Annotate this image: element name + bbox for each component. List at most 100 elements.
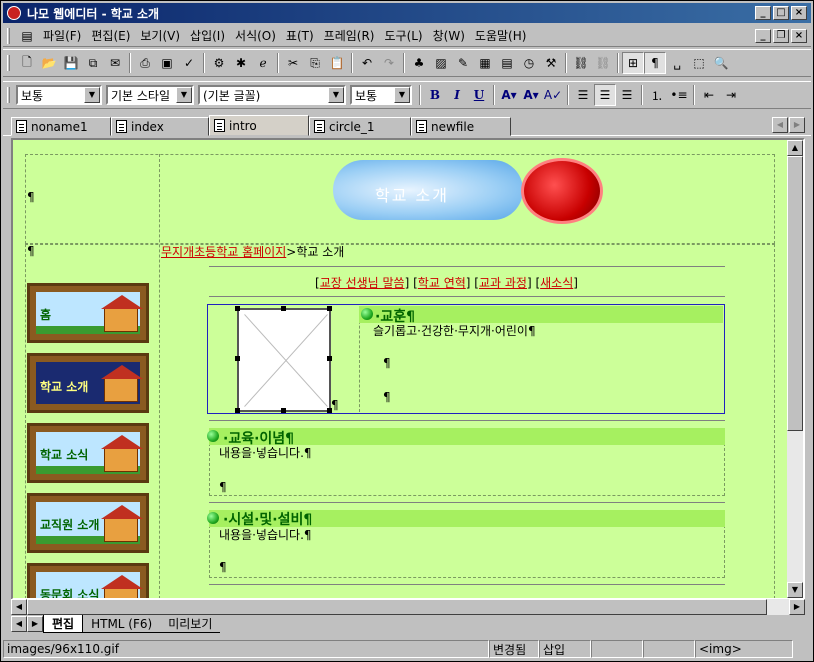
link-school-history[interactable]: 학교 연혁 (418, 276, 466, 290)
banner-cloud[interactable]: 학교 소개 (333, 160, 523, 220)
selected-image-placeholder[interactable] (237, 308, 331, 412)
app-icon[interactable] (7, 6, 21, 20)
tab-html-view[interactable]: HTML (F6) (83, 615, 161, 633)
print-icon[interactable]: ⎙ (134, 52, 156, 74)
editor-canvas[interactable]: ¶ ¶ 학교 소개 무지개초등학교 홈페이지>학교 소개 [교장 선생님 말씀]… (11, 138, 805, 600)
char-style-select[interactable]: 기본 스타일 ▼ (106, 85, 194, 105)
view-tab-left-icon[interactable]: ◀ (11, 616, 27, 632)
tab-scroll-right-icon[interactable]: ▶ (789, 117, 805, 133)
maximize-button[interactable]: □ (773, 6, 789, 20)
redo-icon[interactable]: ↷ (378, 52, 400, 74)
print-preview-icon[interactable]: ▣ (156, 52, 178, 74)
breadcrumb-home-link[interactable]: 무지개초등학교 홈페이지 (161, 245, 286, 259)
align-right-icon[interactable]: ☰ (616, 84, 638, 106)
paragraph-style-select[interactable]: 보통 ▼ (16, 85, 102, 105)
chevron-down-icon[interactable]: ▼ (176, 87, 192, 103)
highlight-color-icon[interactable]: A▾ (520, 84, 542, 106)
show-table-grid-icon[interactable]: ⊞ (622, 52, 644, 74)
nav-button-alumni-news[interactable]: 동문회 소식 (27, 563, 149, 598)
view-tab-right-icon[interactable]: ▶ (27, 616, 43, 632)
menu-window[interactable]: 창(W) (428, 27, 470, 44)
numbered-list-icon[interactable]: ⒈ (646, 84, 668, 106)
scroll-left-icon[interactable]: ◀ (11, 599, 27, 615)
link-principal-message[interactable]: 교장 선생님 말씀 (320, 276, 405, 290)
scroll-up-icon[interactable]: ▲ (787, 140, 803, 156)
text-color-icon[interactable]: A▾ (498, 84, 520, 106)
scroll-right-icon[interactable]: ▶ (789, 599, 805, 615)
insert-image-icon[interactable]: ▨ (430, 52, 452, 74)
copy-icon[interactable]: ⎘ (304, 52, 326, 74)
tab-index[interactable]: index (111, 117, 209, 136)
mdi-close-button[interactable]: × (791, 29, 807, 43)
menu-edit[interactable]: 편집(E) (86, 27, 135, 44)
menu-help[interactable]: 도움말(H) (470, 27, 532, 44)
banner-ball-image[interactable] (521, 158, 603, 224)
mdi-minimize-button[interactable]: _ (755, 29, 771, 43)
menu-frame[interactable]: 프레임(R) (319, 27, 380, 44)
bullet-list-icon[interactable]: •≡ (668, 84, 690, 106)
image-editor-icon[interactable]: ✱ (230, 52, 252, 74)
link-news[interactable]: 새소식 (540, 276, 573, 290)
minimize-button[interactable]: _ (755, 6, 771, 20)
chevron-down-icon[interactable]: ▼ (84, 87, 100, 103)
bold-button[interactable]: B (424, 84, 446, 106)
menu-table[interactable]: 표(T) (281, 27, 319, 44)
insert-frame-icon[interactable]: ▤ (496, 52, 518, 74)
undo-icon[interactable]: ↶ (356, 52, 378, 74)
show-border-icon[interactable]: ⬚ (688, 52, 710, 74)
font-select[interactable]: (기본 글꼴) ▼ (198, 85, 346, 105)
tab-preview[interactable]: 미리보기 (160, 615, 221, 633)
vertical-scroll-thumb[interactable] (787, 156, 803, 431)
menu-insert[interactable]: 삽입(I) (185, 27, 230, 44)
save-icon[interactable]: 💾 (60, 52, 82, 74)
align-center-icon[interactable]: ☰ (594, 84, 616, 106)
nav-button-home[interactable]: 홈 (27, 283, 149, 343)
italic-button[interactable]: I (446, 84, 468, 106)
insert-form-icon[interactable]: ✎ (452, 52, 474, 74)
paste-icon[interactable]: 📋 (326, 52, 348, 74)
close-button[interactable]: × (791, 6, 807, 20)
horizontal-scrollbar[interactable]: ◀ ▶ (11, 599, 805, 615)
insert-tree-icon[interactable]: ♣ (408, 52, 430, 74)
document-menu-icon[interactable]: ▤ (16, 25, 38, 47)
font-size-select[interactable]: 보통 ▼ (350, 85, 412, 105)
spellcheck-icon[interactable]: ✓ (178, 52, 200, 74)
show-paragraph-icon[interactable]: ¶ (644, 52, 666, 74)
tab-scroll-left-icon[interactable]: ◀ (772, 117, 788, 133)
show-space-icon[interactable]: ␣ (666, 52, 688, 74)
chevron-down-icon[interactable]: ▼ (394, 87, 410, 103)
tab-edit-view[interactable]: 편집 (43, 615, 84, 633)
chevron-down-icon[interactable]: ▼ (328, 87, 344, 103)
vertical-scrollbar[interactable]: ▲ ▼ (787, 140, 803, 598)
publish-icon[interactable]: ⚙ (208, 52, 230, 74)
link-icon[interactable]: ⛓ (570, 52, 592, 74)
underline-button[interactable]: U (468, 84, 490, 106)
zoom-icon[interactable]: 🔍 (710, 52, 732, 74)
menu-view[interactable]: 보기(V) (135, 27, 185, 44)
indent-icon[interactable]: ⇥ (720, 84, 742, 106)
browser-icon[interactable]: ℯ (252, 52, 274, 74)
menu-format[interactable]: 서식(O) (230, 27, 281, 44)
nav-button-staff-intro[interactable]: 교직원 소개 (27, 493, 149, 553)
tab-intro[interactable]: intro (209, 115, 309, 136)
insert-table-icon[interactable]: ▦ (474, 52, 496, 74)
menu-file[interactable]: 파일(F) (38, 27, 86, 44)
insert-ruler-icon[interactable]: ⚒ (540, 52, 562, 74)
open-folder-icon[interactable]: 📂 (38, 52, 60, 74)
tab-newfile[interactable]: newfile (411, 117, 511, 136)
nav-button-school-intro[interactable]: 학교 소개 (27, 353, 149, 413)
link-curriculum[interactable]: 교과 과정 (479, 276, 527, 290)
new-file-icon[interactable]: 🗋 (16, 52, 38, 74)
scroll-down-icon[interactable]: ▼ (787, 582, 803, 598)
horizontal-scroll-thumb[interactable] (27, 599, 767, 615)
insert-clock-icon[interactable]: ◷ (518, 52, 540, 74)
tab-noname1[interactable]: noname1 (11, 117, 111, 136)
clear-format-icon[interactable]: A✓ (542, 84, 564, 106)
nav-button-school-news[interactable]: 학교 소식 (27, 423, 149, 483)
unlink-icon[interactable]: ⛓ (592, 52, 614, 74)
menu-tools[interactable]: 도구(L) (379, 27, 427, 44)
cut-icon[interactable]: ✂ (282, 52, 304, 74)
tab-circle-1[interactable]: circle_1 (309, 117, 411, 136)
outdent-icon[interactable]: ⇤ (698, 84, 720, 106)
align-left-icon[interactable]: ☰ (572, 84, 594, 106)
